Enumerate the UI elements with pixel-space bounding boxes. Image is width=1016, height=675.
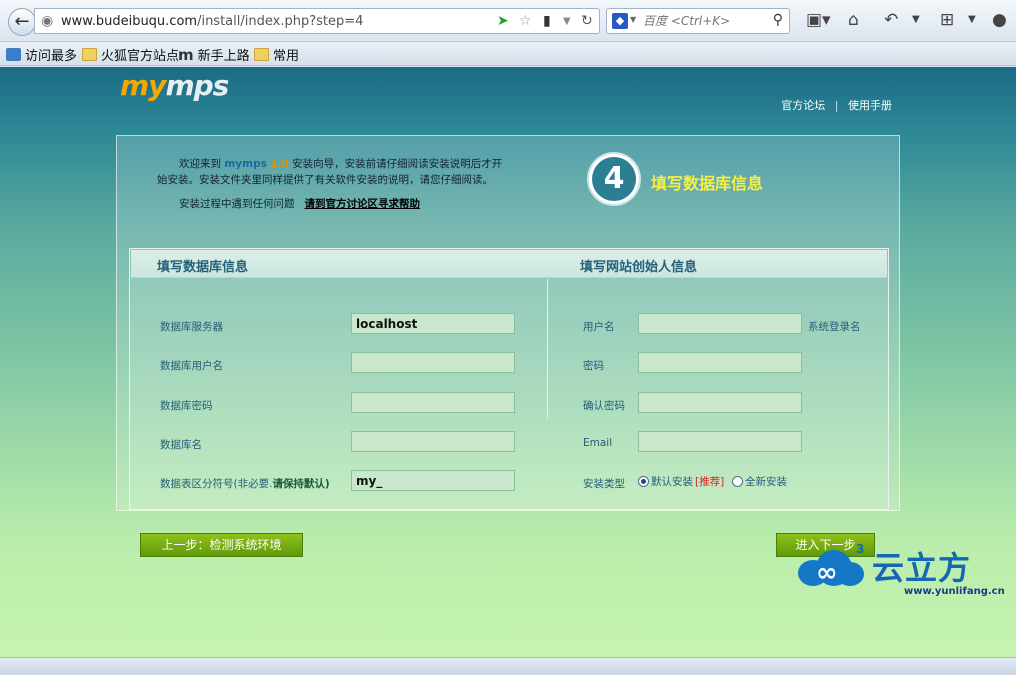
fresh-install-radio[interactable]: 全新安装 [732, 474, 787, 489]
watermark-url: www.yunlifang.cn [904, 586, 1005, 597]
bookmark-firefox-site[interactable]: 火狐官方站点 [82, 45, 179, 64]
status-bar [0, 657, 1016, 675]
db-server-label: 数据库服务器 [160, 321, 223, 333]
step-title: 填写数据库信息 [651, 174, 764, 193]
cloud-logo-icon: ∞ 3 [796, 542, 866, 588]
db-section-heading: 填写数据库信息 [157, 260, 249, 275]
engine-dropdown-icon[interactable]: ▼ [630, 15, 636, 24]
brand-name: mymps [224, 158, 267, 170]
db-password-label: 数据库密码 [160, 400, 213, 412]
version-number: 1.0 [270, 158, 289, 170]
db-password-input[interactable] [351, 392, 515, 413]
most-visited-icon [6, 48, 21, 61]
help-link[interactable]: 请到官方讨论区寻求帮助 [305, 198, 421, 210]
crop-dropdown-icon[interactable]: ▼ [968, 14, 976, 25]
install-form: 填写数据库信息 填写网站创始人信息 数据库服务器 数据库用户名 数据库密码 数据… [129, 248, 889, 510]
watermark-brand: 云立方 [872, 549, 972, 587]
undo-icon[interactable]: ↶ [884, 10, 898, 30]
form-header: 填写数据库信息 填写网站创始人信息 [131, 250, 887, 278]
infinity-icon: ∞ [816, 558, 838, 588]
radio-unselected-icon[interactable] [732, 476, 743, 487]
admin-username-input[interactable] [638, 313, 802, 334]
top-links: 官方论坛 | 使用手册 [781, 97, 892, 113]
superscript-three: 3 [856, 542, 865, 556]
chat-icon[interactable]: ● [992, 10, 1007, 30]
home-icon[interactable]: ⌂ [848, 10, 859, 30]
address-bar[interactable]: ◉ www.budeibuqu.com/install/index.php?st… [34, 8, 600, 34]
search-icon[interactable]: ⚲ [773, 12, 783, 28]
db-name-input[interactable] [351, 431, 515, 452]
m-icon: m [178, 45, 194, 64]
db-user-input[interactable] [351, 352, 515, 373]
step-number-badge: 4 [587, 152, 641, 206]
email-label: Email [583, 437, 613, 449]
bookmark-manager-icon[interactable]: ▣▾ [806, 10, 831, 30]
confirm-password-label: 确认密码 [583, 400, 625, 412]
email-input[interactable] [638, 431, 802, 452]
dropdown-icon[interactable]: ▼ [563, 16, 571, 27]
undo-dropdown-icon[interactable]: ▼ [912, 14, 920, 25]
bookmark-most-visited[interactable]: 访问最多 [6, 45, 77, 64]
bookmark-common[interactable]: 常用 [254, 45, 299, 64]
admin-password-label: 密码 [583, 360, 604, 372]
mymps-logo: mymps [120, 69, 229, 102]
star-icon[interactable]: ☆ [519, 13, 532, 29]
back-button[interactable]: ← [8, 8, 36, 36]
db-server-input[interactable] [351, 313, 515, 334]
search-box[interactable]: ◆ ▼ ⚲ [606, 8, 790, 34]
default-install-radio[interactable]: 默认安装 [推荐] [638, 474, 724, 489]
folder-icon [254, 48, 269, 61]
crop-icon[interactable]: ⊞ [940, 10, 954, 30]
db-name-label: 数据库名 [160, 439, 202, 451]
recommended-tag: [推荐] [695, 476, 725, 488]
yunlifang-watermark: ∞ 3 云立方 [796, 542, 972, 588]
install-type-label: 安装类型 [583, 478, 625, 490]
link-separator: | [834, 99, 839, 112]
column-divider [547, 279, 548, 419]
table-prefix-label: 数据表区分符号(非必要.请保持默认) [160, 478, 330, 490]
username-hint: 系统登录名 [808, 321, 861, 333]
globe-icon: ◉ [41, 13, 54, 29]
admin-section-heading: 填写网站创始人信息 [580, 260, 698, 275]
table-prefix-input[interactable] [351, 470, 515, 491]
search-input[interactable] [643, 12, 763, 30]
folder-icon [82, 48, 97, 61]
intro-text: 欢迎来到 mymps 1.0 安装向导，安装前请仔细阅读安装说明后才开始安装。安… [157, 158, 503, 210]
db-user-label: 数据库用户名 [160, 360, 223, 372]
url-text[interactable]: www.budeibuqu.com/install/index.php?step… [61, 14, 363, 29]
go-icon[interactable]: ➤ [497, 13, 509, 29]
install-panel: 欢迎来到 mymps 1.0 安装向导，安装前请仔细阅读安装说明后才开始安装。安… [116, 135, 900, 511]
prev-step-button[interactable]: 上一步：检测系统环境 [140, 533, 303, 557]
mobile-icon[interactable]: ▮ [543, 13, 551, 29]
baidu-paw-icon[interactable]: ◆ [612, 13, 628, 29]
admin-password-input[interactable] [638, 352, 802, 373]
admin-username-label: 用户名 [583, 321, 615, 333]
browser-toolbar: ← ◉ www.budeibuqu.com/install/index.php?… [0, 0, 1016, 42]
radio-selected-icon[interactable] [638, 476, 649, 487]
confirm-password-input[interactable] [638, 392, 802, 413]
bookmarks-bar: 访问最多 火狐官方站点 m 新手上路 常用 [0, 42, 1016, 66]
reload-icon[interactable]: ↻ [581, 13, 593, 29]
forum-link[interactable]: 官方论坛 [781, 99, 825, 112]
bookmark-getting-started[interactable]: m 新手上路 [178, 45, 250, 65]
manual-link[interactable]: 使用手册 [848, 99, 892, 112]
